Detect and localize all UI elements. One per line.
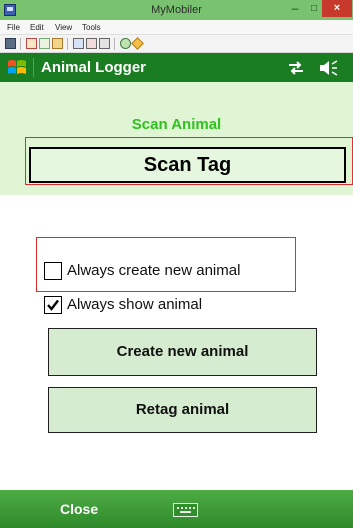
device-icon[interactable] (5, 38, 16, 49)
paste-icon[interactable] (52, 38, 63, 49)
app-body: Scan Animal Scan Tag Always create new a… (0, 82, 353, 490)
device-titlebar: Animal Logger (0, 53, 353, 82)
create-new-animal-button[interactable]: Create new animal (48, 328, 317, 376)
windows-start-icon[interactable] (6, 57, 28, 78)
section-title: Scan Animal (131, 116, 222, 133)
close-window-button[interactable]: × (322, 0, 352, 17)
menu-bar: File Edit View Tools (0, 20, 353, 35)
toolbar (0, 35, 353, 53)
cut-icon[interactable] (26, 38, 37, 49)
window-titlebar: MyMobiler – □ × (0, 0, 353, 20)
copy-to-device-icon[interactable] (73, 38, 84, 49)
keyboard-icon[interactable] (173, 503, 198, 517)
always-create-checkbox[interactable] (44, 262, 62, 280)
settings-icon[interactable] (131, 37, 144, 50)
maximize-button[interactable]: □ (305, 1, 323, 17)
device-app-title: Animal Logger (41, 59, 147, 76)
menu-tools[interactable]: Tools (82, 21, 101, 34)
softkey-bar: Close (0, 490, 353, 528)
connectivity-icon[interactable] (285, 58, 307, 78)
menu-view[interactable]: View (55, 21, 72, 34)
refresh-icon[interactable] (120, 38, 131, 49)
always-show-label: Always show animal (67, 296, 203, 313)
menu-file[interactable]: File (7, 21, 20, 34)
retag-animal-button[interactable]: Retag animal (48, 387, 317, 433)
always-show-checkbox[interactable] (44, 296, 62, 314)
copy-icon[interactable] (39, 38, 50, 49)
close-softkey[interactable]: Close (60, 490, 98, 528)
menu-edit[interactable]: Edit (30, 21, 44, 34)
always-create-label: Always create new animal (67, 262, 241, 279)
minimize-button[interactable]: – (285, 1, 305, 17)
copy-from-device-icon[interactable] (86, 38, 97, 49)
scan-tag-button[interactable]: Scan Tag (29, 147, 346, 183)
checkmark-icon (47, 299, 59, 311)
volume-icon[interactable] (317, 58, 339, 78)
screenshot-icon[interactable] (99, 38, 110, 49)
